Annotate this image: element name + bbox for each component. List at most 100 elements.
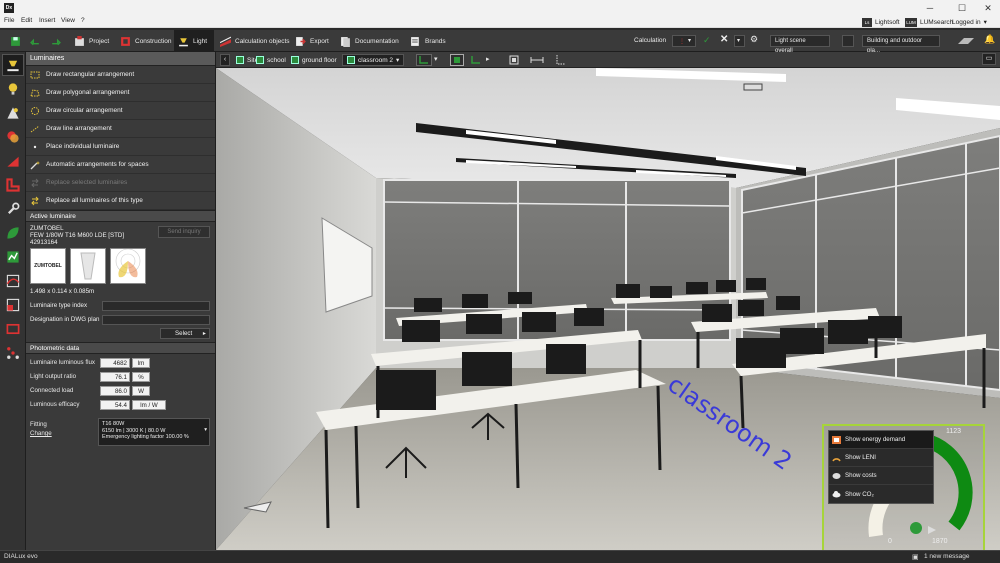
photometric-data: Luminaire luminous flux 4682 lm Light ou… [26,354,215,484]
sidebar-frame[interactable] [2,318,24,340]
sidebar-dimming[interactable] [2,150,24,172]
elevation-view-icon[interactable] [470,55,482,65]
sidebar-grid[interactable] [2,294,24,316]
menu-label: Show energy demand [845,436,906,443]
lumsearch-link[interactable]: LUM LUMsearch [905,16,953,28]
designation-row: Designation in DWG plan [30,314,210,325]
viewbar-collapse-button[interactable]: ‹ [220,54,230,66]
action-replace-all[interactable]: Replace all luminaires of this type [26,192,215,210]
save-button[interactable] [6,30,25,52]
menu-show-leni[interactable]: Show LENI [829,449,933,467]
zoom-fit-icon[interactable] [508,54,520,66]
dimension-icon[interactable] [554,54,566,66]
menu-show-costs[interactable]: Show costs [829,467,933,485]
tab-export[interactable]: Export [291,30,333,52]
view-3d-button[interactable] [450,54,464,66]
panel-title: Luminaires [26,52,215,66]
sidebar-energy[interactable] [2,222,24,244]
menu-edit[interactable]: Edit [21,17,32,24]
action-circular[interactable]: Draw circular arrangement [26,102,215,120]
color-wheel-icon [7,131,19,143]
fitting-row: Fitting Change T16 80W 6150 lm | 3000 K … [30,418,216,448]
undo-button[interactable] [26,30,45,52]
tab-light-label: Light [193,37,208,45]
luminaire-image-thumb[interactable] [70,248,106,284]
action-label: Draw line arrangement [46,125,112,132]
menu-insert[interactable]: Insert [39,17,55,24]
message-count[interactable]: 1 new message [924,553,970,560]
check-icon[interactable]: ✓ [703,35,711,46]
type-index-row: Luminaire type index [30,300,210,311]
message-icon[interactable]: ▣ [912,553,919,561]
fitting-select[interactable]: T16 80W 6150 lm | 3000 K | 80.0 W Emerge… [98,418,210,446]
redo-button[interactable] [46,30,65,52]
menu-help[interactable]: ? [81,17,85,24]
action-individual[interactable]: Place individual luminaire [26,138,215,156]
sidebar-colors[interactable] [2,126,24,148]
tab-light[interactable]: Light [174,30,214,52]
fitting-change-link[interactable]: Change [30,430,52,437]
action-polygonal[interactable]: Draw polygonal arrangement [26,84,215,102]
select-luminaire-button[interactable]: Select ▸ [160,328,210,339]
chevron-right-icon[interactable]: ▸ [486,55,490,63]
sidebar-results[interactable] [2,246,24,268]
photometric-row: Luminous efficacy 54.4 lm / W [30,400,216,411]
calculation-status-button[interactable]: ⋮ ▾ [672,35,696,47]
calc-options-dropdown[interactable]: ▾ [734,35,745,47]
tab-calculation-objects[interactable]: Calculation objects [216,30,294,52]
active-luminaire-info: ZUMTOBEL FEW 1/80W T16 M600 LDE [STD] 42… [26,222,215,342]
view-select[interactable]: Building and outdoor pla... [862,35,940,54]
photometric-unit: % [132,372,150,382]
tab-documentation[interactable]: Documentation [336,30,403,52]
fullscreen-button[interactable]: ▭ [982,53,996,65]
maximize-button[interactable]: ☐ [952,2,972,14]
sidebar-curves[interactable] [2,270,24,292]
measure-icon[interactable] [530,54,544,66]
breadcrumb-site[interactable]: Site [236,54,258,66]
chevron-down-icon[interactable]: ▾ [434,55,438,63]
breadcrumb-room[interactable]: classroom 2 ▾ [342,54,405,66]
photometric-label: Luminaire luminous flux [30,359,95,366]
sidebar-tools[interactable] [2,198,24,220]
title-bar: Dx ─ ☐ ✕ [0,0,1000,16]
sidebar-light-scenes[interactable] [2,102,24,124]
surface-icon[interactable] [958,36,974,46]
action-rectangular[interactable]: Draw rectangular arrangement [26,66,215,84]
gear-icon[interactable]: ⚙ [750,34,758,45]
view-mode-2d-button[interactable] [416,54,432,66]
action-label: Replace selected luminaires [46,179,128,186]
minimize-button[interactable]: ─ [920,2,940,14]
chevron-down-icon: ▾ [737,38,741,44]
close-button[interactable]: ✕ [978,2,998,14]
type-index-input[interactable] [102,300,210,311]
tab-construction[interactable]: Construction [116,30,176,52]
action-automatic[interactable]: Automatic arrangements for spaces [26,156,215,174]
sidebar-emergency[interactable] [2,174,24,196]
bell-icon[interactable]: 🔔 [984,34,995,45]
menu-view[interactable]: View [61,17,75,24]
tab-brands[interactable]: Brands [406,30,450,52]
ldc-thumb[interactable] [110,248,146,284]
menu-show-co2[interactable]: Show CO₂ [829,485,933,503]
wrench-icon [8,202,20,214]
brand-logo-thumb[interactable]: ZUMTOBEL [30,248,66,284]
menu-file[interactable]: File [4,17,14,24]
sidebar-bulb[interactable] [2,78,24,100]
designation-label: Designation in DWG plan [30,316,100,323]
cancel-calc-icon[interactable]: ✕ [720,34,728,45]
tab-project[interactable]: Project [70,30,113,52]
product-name: DIALux evo [4,553,38,560]
lightsoft-link[interactable]: Ls Lightsoft [862,16,900,28]
breadcrumb-floor[interactable]: ground floor [291,54,337,66]
action-line[interactable]: Draw line arrangement [26,120,215,138]
lumsearch-label: LUMsearch [920,18,954,26]
sidebar-luminaires[interactable] [2,54,24,76]
login-menu[interactable]: Logged in ▾ [952,16,987,28]
scene-settings-button[interactable] [842,35,854,47]
breadcrumb-school[interactable]: school [256,54,286,66]
designation-input[interactable] [102,314,210,325]
sidebar-points[interactable] [2,342,24,364]
menu-show-energy-demand[interactable]: Show energy demand [829,431,933,449]
light-scene-select[interactable]: Light scene overall [770,35,830,54]
gauge-min-value: 0 [888,538,892,545]
